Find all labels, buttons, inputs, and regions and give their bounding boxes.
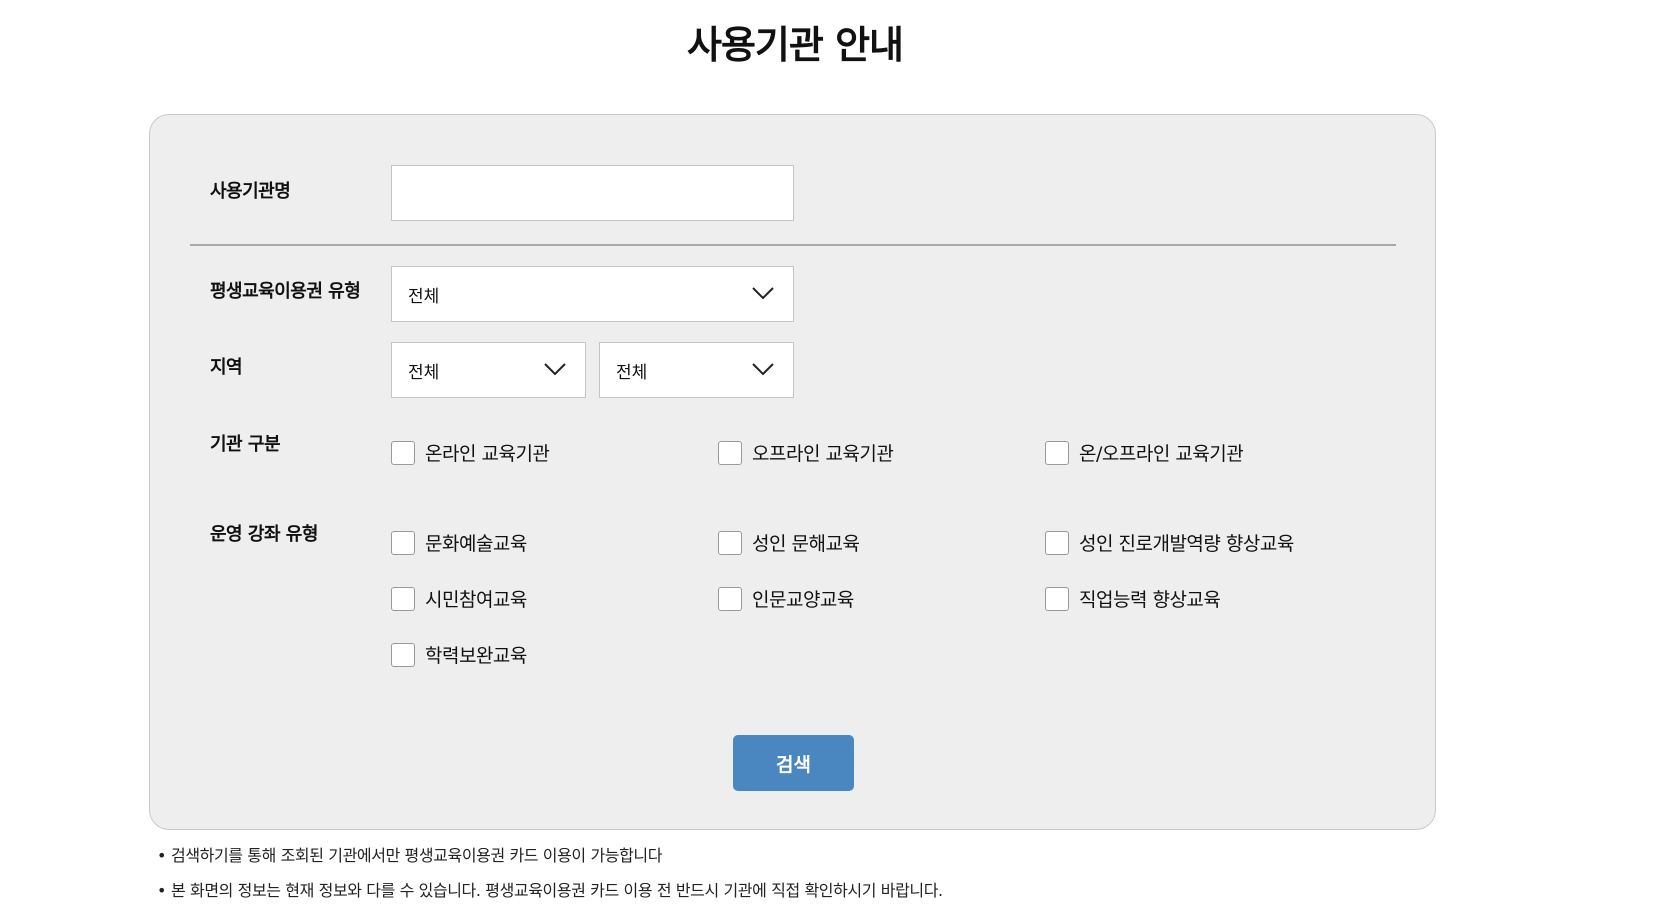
org-type-label: 기관 구분 [210, 434, 281, 455]
checkbox-label: 온라인 교육기관 [425, 443, 550, 465]
checkbox-box[interactable] [718, 440, 742, 465]
checkbox-box[interactable] [391, 530, 415, 555]
voucher-type-select[interactable]: 전체 [391, 266, 794, 322]
notice-item: • 본 화면의 정보는 현재 정보와 다를 수 있습니다. 평생교육이용권 카드 … [157, 877, 943, 901]
checkbox-box[interactable] [718, 530, 742, 555]
checkbox-course-adult-literacy[interactable]: 성인 문해교육 [718, 529, 860, 556]
checkbox-course-career-dev[interactable]: 성인 진로개발역량 향상교육 [1045, 529, 1294, 556]
search-panel [149, 114, 1436, 830]
course-type-label: 운영 강좌 유형 [210, 524, 318, 545]
chevron-down-icon [752, 287, 774, 300]
checkbox-course-culture-arts[interactable]: 문화예술교육 [391, 529, 527, 556]
checkbox-org-offline[interactable]: 오프라인 교육기관 [718, 439, 894, 466]
checkbox-box[interactable] [391, 586, 415, 611]
checkbox-box[interactable] [1045, 530, 1069, 555]
checkbox-box[interactable] [1045, 586, 1069, 611]
chevron-down-icon [544, 363, 566, 376]
checkbox-course-academic[interactable]: 학력보완교육 [391, 641, 527, 668]
page: 사용기관 안내 사용기관명 평생교육이용권 유형 전체 지역 전체 전체 기관 … [0, 0, 1657, 906]
checkbox-box[interactable] [718, 586, 742, 611]
checkbox-org-online[interactable]: 온라인 교육기관 [391, 439, 550, 466]
checkbox-label: 성인 문해교육 [752, 533, 860, 555]
checkbox-box[interactable] [1045, 440, 1069, 465]
voucher-type-select-value: 전체 [408, 286, 440, 307]
checkbox-label: 온/오프라인 교육기관 [1079, 443, 1244, 465]
checkbox-box[interactable] [391, 440, 415, 465]
checkbox-label: 인문교양교육 [752, 589, 854, 611]
org-name-input[interactable] [391, 165, 794, 221]
region-label: 지역 [210, 357, 243, 378]
checkbox-label: 성인 진로개발역량 향상교육 [1079, 533, 1294, 555]
region-secondary-select-value: 전체 [616, 362, 648, 383]
notice-text: 검색하기를 통해 조회된 기관에서만 평생교육이용권 카드 이용이 가능합니다 [171, 846, 663, 865]
search-button[interactable]: 검색 [733, 735, 854, 791]
notice-item: • 검색하기를 통해 조회된 기관에서만 평생교육이용권 카드 이용이 가능합니다 [157, 842, 662, 866]
region-secondary-select[interactable]: 전체 [599, 342, 794, 398]
bullet-icon: • [157, 881, 167, 900]
chevron-down-icon [752, 363, 774, 376]
checkbox-label: 학력보완교육 [425, 645, 527, 667]
checkbox-label: 문화예술교육 [425, 533, 527, 555]
checkbox-course-civic[interactable]: 시민참여교육 [391, 585, 527, 612]
checkbox-course-humanities[interactable]: 인문교양교육 [718, 585, 854, 612]
checkbox-course-vocational[interactable]: 직업능력 향상교육 [1045, 585, 1221, 612]
checkbox-box[interactable] [391, 642, 415, 667]
checkbox-label: 시민참여교육 [425, 589, 527, 611]
checkbox-org-online-offline[interactable]: 온/오프라인 교육기관 [1045, 439, 1244, 466]
voucher-type-label: 평생교육이용권 유형 [210, 281, 361, 302]
checkbox-label: 오프라인 교육기관 [752, 443, 894, 465]
divider [190, 244, 1396, 246]
region-primary-select[interactable]: 전체 [391, 342, 586, 398]
page-title: 사용기관 안내 [687, 23, 904, 67]
region-primary-select-value: 전체 [408, 362, 440, 383]
bullet-icon: • [157, 846, 167, 865]
notice-text: 본 화면의 정보는 현재 정보와 다를 수 있습니다. 평생교육이용권 카드 이… [171, 881, 943, 900]
checkbox-label: 직업능력 향상교육 [1079, 589, 1221, 611]
org-name-label: 사용기관명 [210, 181, 291, 202]
